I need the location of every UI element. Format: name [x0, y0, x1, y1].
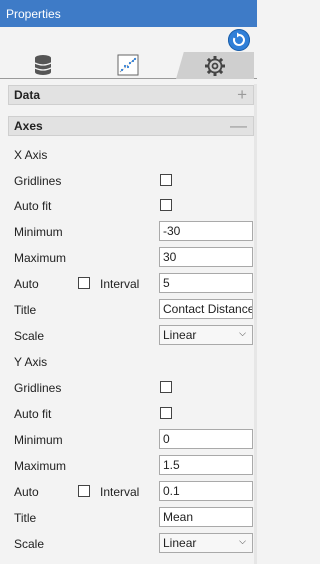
- y-scale-value: Linear: [163, 536, 197, 550]
- x-axis-header: X Axis: [14, 148, 48, 162]
- y-axis-header: Y Axis: [14, 355, 48, 369]
- section-axes-label: Axes: [14, 119, 43, 133]
- x-auto-checkbox[interactable]: [78, 277, 90, 289]
- x-interval-input[interactable]: 5: [159, 273, 253, 293]
- scrollbar[interactable]: [254, 84, 257, 564]
- section-axes-header[interactable]: Axes —: [8, 116, 254, 136]
- y-scale-select[interactable]: Linear ⌵: [159, 533, 253, 553]
- y-minimum-label: Minimum: [14, 433, 63, 447]
- scatter-plot-icon: [117, 54, 139, 76]
- gear-icon: [205, 55, 225, 76]
- database-icon: [34, 55, 52, 75]
- x-title-input[interactable]: Contact Distance: [159, 299, 253, 319]
- x-title-label: Title: [14, 303, 37, 317]
- y-gridlines-label: Gridlines: [14, 381, 62, 395]
- y-autofit-checkbox[interactable]: [160, 407, 172, 419]
- refresh-icon: [232, 32, 245, 46]
- x-autofit-checkbox[interactable]: [160, 199, 172, 211]
- x-scale-value: Linear: [163, 328, 197, 342]
- chevron-down-icon: ⌵: [239, 536, 246, 546]
- expand-data-button[interactable]: +: [237, 85, 247, 105]
- x-scale-select[interactable]: Linear ⌵: [159, 325, 253, 345]
- y-maximum-label: Maximum: [14, 459, 67, 473]
- x-auto-label: Auto: [14, 277, 39, 291]
- y-interval-input[interactable]: 0.1: [159, 481, 253, 501]
- x-interval-label: Interval: [100, 277, 140, 291]
- x-maximum-label: Maximum: [14, 251, 67, 265]
- y-maximum-input[interactable]: 1.5: [159, 455, 253, 475]
- x-gridlines-label: Gridlines: [14, 174, 62, 188]
- y-scale-label: Scale: [14, 537, 45, 551]
- y-interval-label: Interval: [100, 485, 140, 499]
- y-title-label: Title: [14, 511, 37, 525]
- y-auto-checkbox[interactable]: [78, 485, 90, 497]
- x-gridlines-checkbox[interactable]: [160, 174, 172, 186]
- collapse-axes-button[interactable]: —: [230, 116, 247, 136]
- section-data-header[interactable]: Data +: [8, 85, 254, 105]
- tab-chart[interactable]: [102, 52, 154, 78]
- window-title-bar: Properties: [0, 0, 257, 27]
- refresh-button[interactable]: [228, 29, 250, 51]
- x-maximum-input[interactable]: 30: [159, 247, 253, 267]
- x-minimum-input[interactable]: -30: [159, 221, 253, 241]
- y-minimum-input[interactable]: 0: [159, 429, 253, 449]
- section-data-label: Data: [14, 88, 41, 102]
- x-scale-label: Scale: [14, 329, 45, 343]
- window-title: Properties: [6, 6, 61, 21]
- chevron-down-icon: ⌵: [239, 328, 246, 338]
- tab-settings[interactable]: [176, 52, 254, 79]
- y-gridlines-checkbox[interactable]: [160, 381, 172, 393]
- y-title-input[interactable]: Mean: [159, 507, 253, 527]
- y-autofit-label: Auto fit: [14, 407, 52, 421]
- tab-data[interactable]: [18, 52, 68, 78]
- y-auto-label: Auto: [14, 485, 39, 499]
- x-minimum-label: Minimum: [14, 225, 63, 239]
- x-autofit-label: Auto fit: [14, 199, 52, 213]
- tab-strip: [0, 52, 257, 79]
